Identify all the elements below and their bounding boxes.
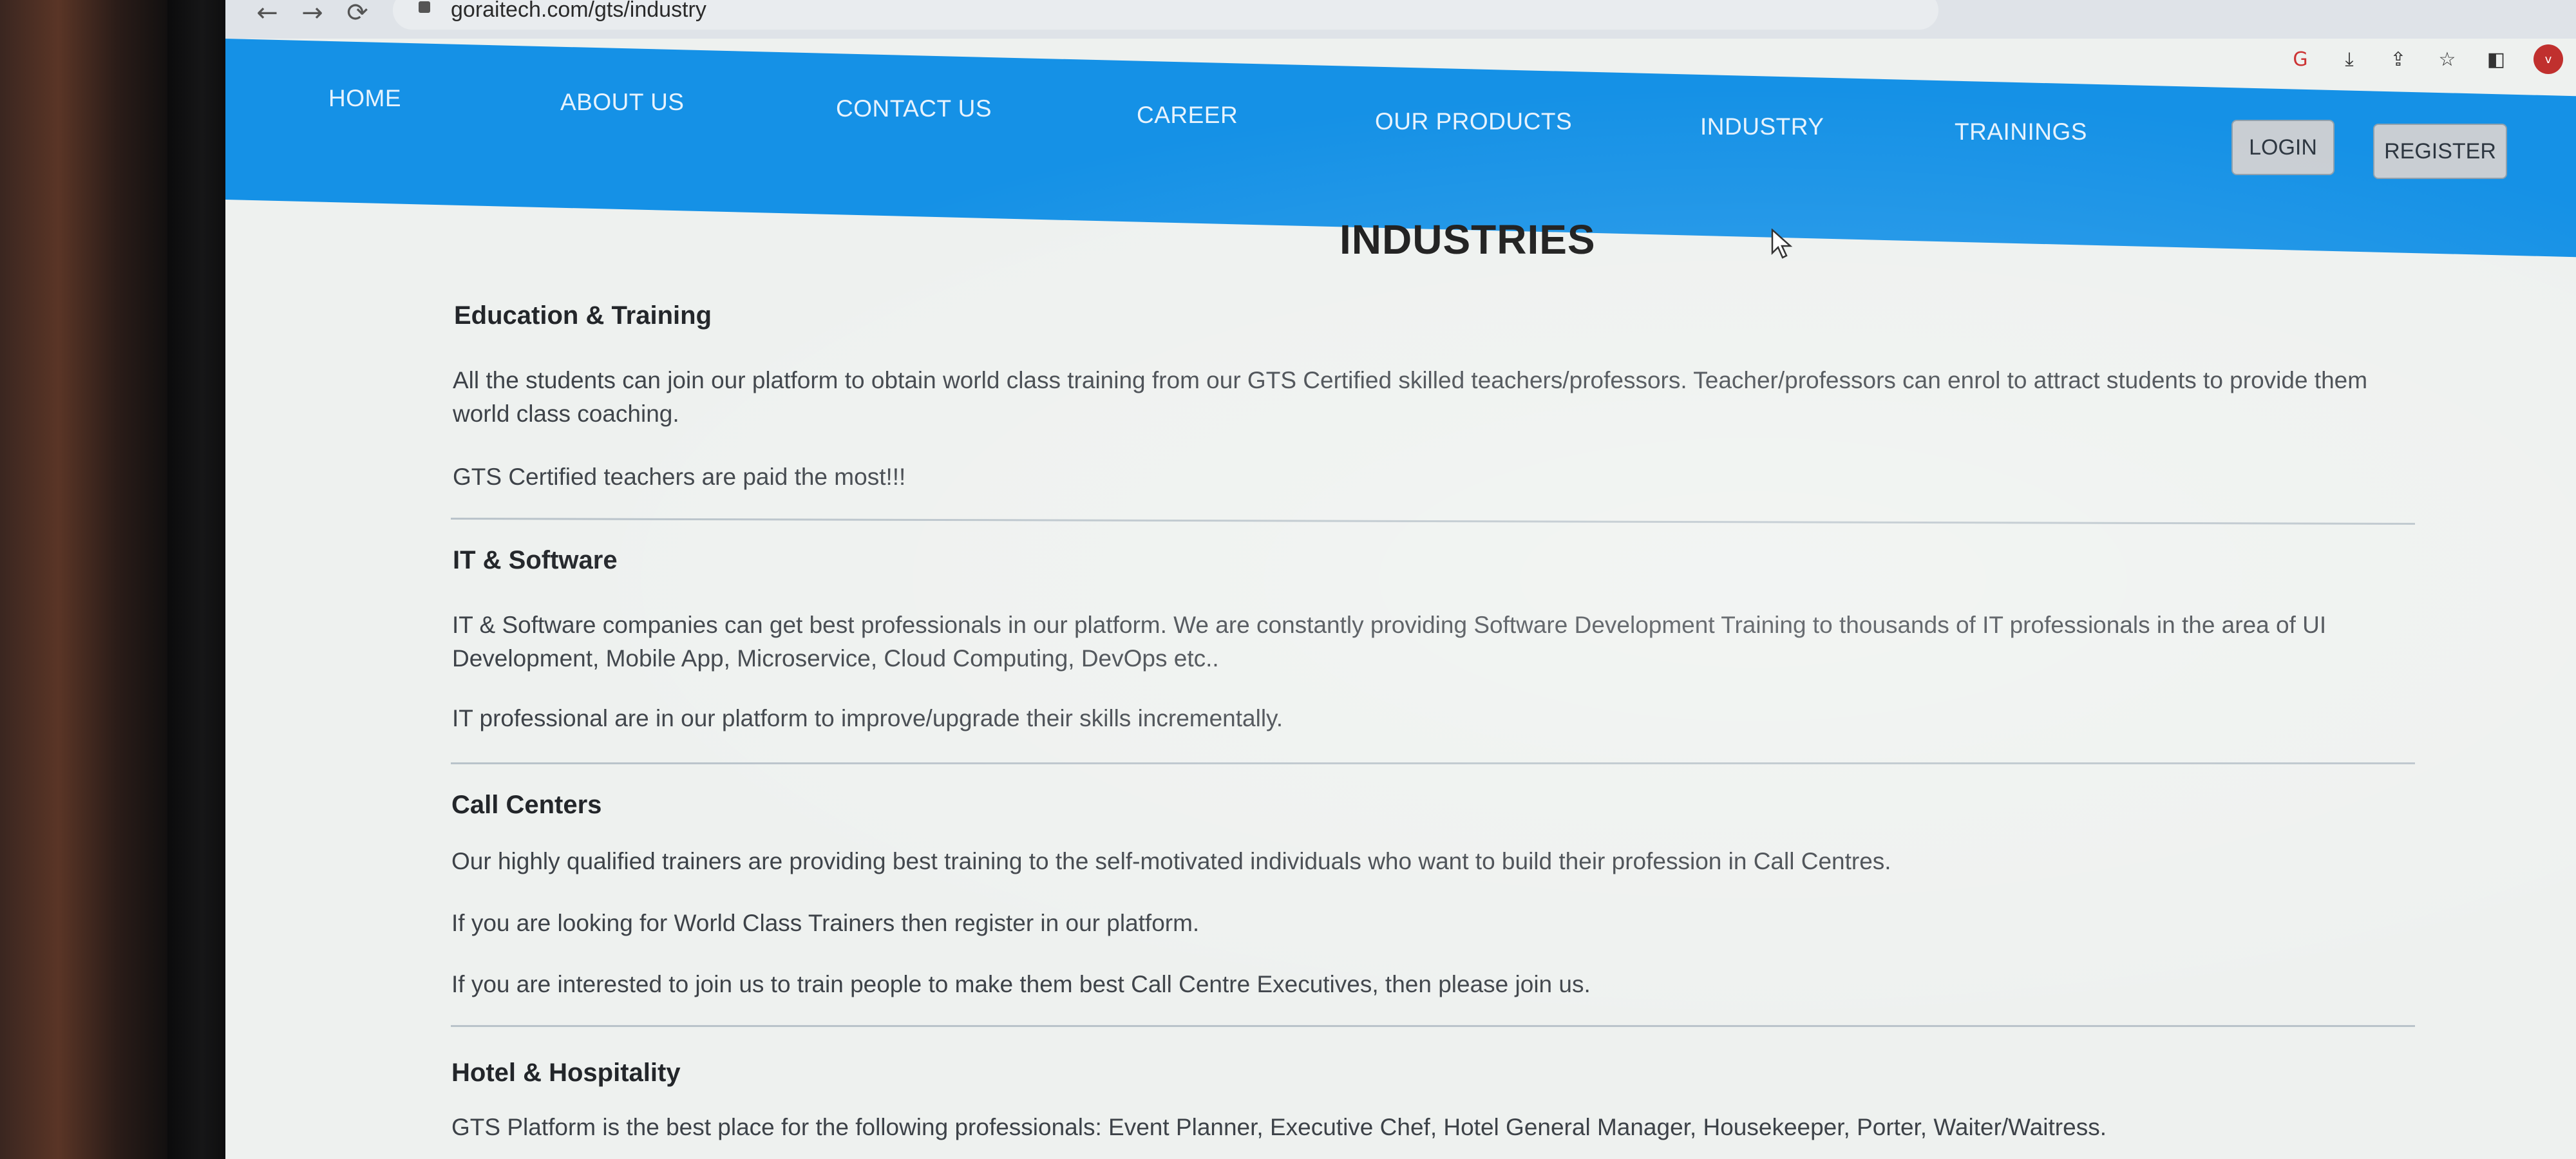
browser-toolbar: ← → ⟳ goraitech.com/gts/industry [225, 0, 2576, 39]
back-arrow-icon[interactable]: ← [251, 0, 283, 28]
star-icon[interactable]: ☆ [2436, 48, 2459, 71]
nav-career[interactable]: CAREER [1137, 102, 1238, 129]
nav-about-us[interactable]: ABOUT US [560, 89, 684, 116]
nav-home[interactable]: HOME [328, 85, 401, 112]
section-paragraph: All the students can join our platform t… [453, 367, 2368, 427]
browser-window: ← → ⟳ goraitech.com/gts/industry G ⤓ ⇪ ☆… [225, 0, 2576, 1159]
google-icon[interactable]: G [2289, 48, 2312, 71]
browser-extension-icons: G ⤓ ⇪ ☆ ◧ v [2289, 40, 2576, 79]
section-heading-it-software: IT & Software [453, 546, 618, 574]
nav-trainings[interactable]: TRAININGS [1955, 118, 2087, 146]
mouse-cursor-icon [1771, 229, 1793, 259]
site-navbar-links: HOME ABOUT US CONTACT US CAREER OUR PROD… [225, 39, 2576, 200]
section-heading-call-centers: Call Centers [451, 791, 602, 819]
lock-icon[interactable] [419, 1, 430, 13]
section-paragraph: GTS Platform is the best place for the f… [451, 1114, 2107, 1140]
section-paragraph: IT & Software companies can get best pro… [452, 612, 2327, 672]
forward-arrow-icon[interactable]: → [296, 0, 328, 28]
section-heading-hotel-hospitality: Hotel & Hospitality [451, 1059, 681, 1087]
reload-icon[interactable]: ⟳ [341, 0, 374, 28]
background-desk [0, 0, 167, 1159]
section-heading-education: Education & Training [454, 301, 712, 330]
section-divider [451, 762, 2415, 764]
section-paragraph: If you are looking for World Class Train… [451, 910, 1200, 936]
section-paragraph: GTS Certified teachers are paid the most… [453, 464, 906, 490]
nav-industry[interactable]: INDUSTRY [1700, 113, 1824, 140]
avatar[interactable]: v [2533, 44, 2563, 74]
address-bar-url[interactable]: goraitech.com/gts/industry [451, 0, 706, 23]
section-paragraph: IT professional are in our platform to i… [452, 705, 1283, 731]
section-paragraph: If you are interested to join us to trai… [451, 971, 1591, 997]
login-button[interactable]: LOGIN [2231, 120, 2334, 175]
register-button[interactable]: REGISTER [2373, 124, 2507, 179]
sidebar-icon[interactable]: ◧ [2485, 48, 2508, 71]
section-divider [451, 518, 2415, 525]
nav-contact-us[interactable]: CONTACT US [836, 95, 992, 122]
save-icon[interactable]: ⤓ [2338, 48, 2361, 71]
section-divider [451, 1025, 2415, 1027]
monitor-bezel [167, 0, 225, 1159]
page-title: INDUSTRIES [1340, 216, 1596, 263]
share-icon[interactable]: ⇪ [2387, 48, 2410, 71]
section-paragraph: Our highly qualified trainers are provid… [451, 848, 1891, 874]
nav-our-products[interactable]: OUR PRODUCTS [1375, 108, 1572, 135]
